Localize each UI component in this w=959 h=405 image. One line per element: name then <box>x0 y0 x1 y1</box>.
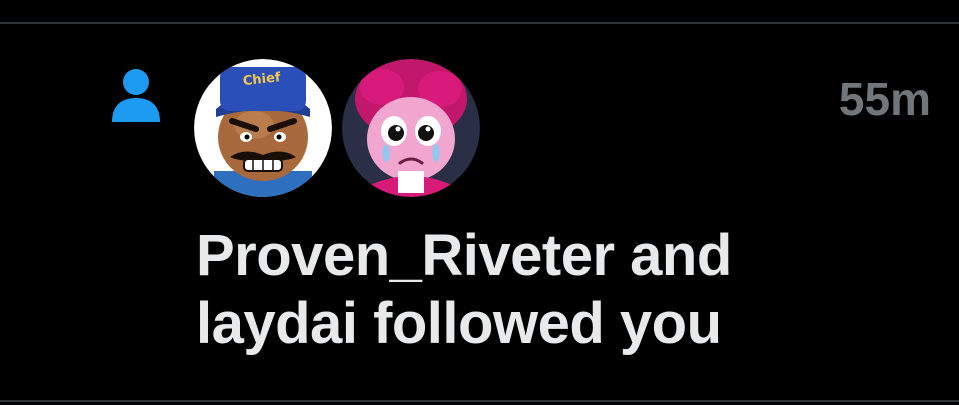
action-text: followed you <box>373 291 722 356</box>
connector-text: and <box>630 223 732 288</box>
avatar-laydai[interactable] <box>342 59 480 197</box>
user-link-laydai[interactable]: laydai <box>196 291 358 356</box>
timestamp: 55m <box>838 73 931 125</box>
follow-notification[interactable]: Chief 55m Proven_Riveter and laydai foll… <box>0 0 959 376</box>
notification-message: Proven_Riveter and laydai followed you <box>196 222 816 358</box>
crying-pink-character-avatar-icon <box>342 59 480 197</box>
chief-character-avatar-icon: Chief <box>194 59 332 197</box>
user-link-proven-riveter[interactable]: Proven_Riveter <box>196 223 615 288</box>
bottom-divider <box>0 400 959 402</box>
person-icon <box>112 69 160 122</box>
avatar-proven-riveter[interactable]: Chief <box>194 59 332 197</box>
